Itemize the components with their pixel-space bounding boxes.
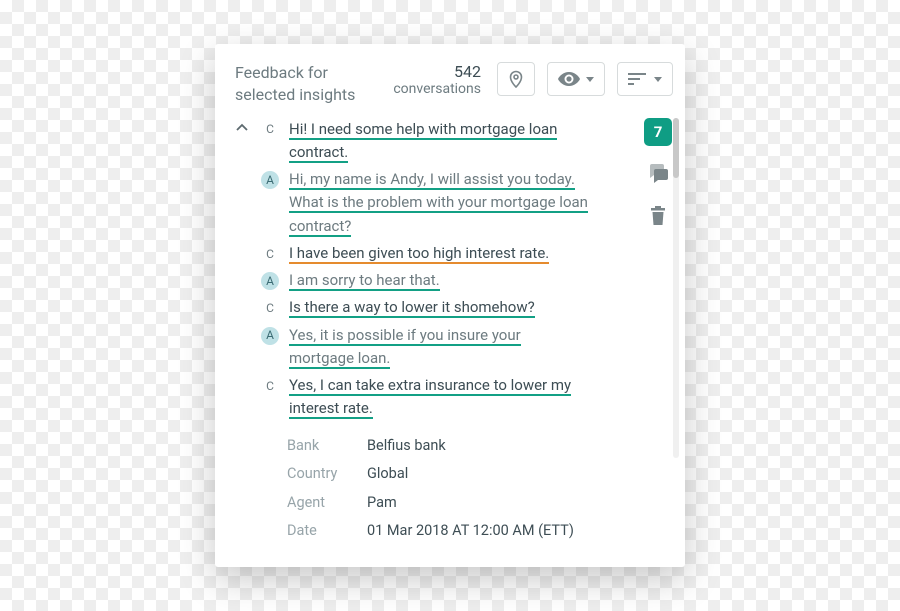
message-text[interactable]: I have been given too high interest rate…	[289, 242, 549, 265]
meta-row: Date 01 Mar 2018 AT 12:00 AM (ETT)	[287, 520, 633, 542]
meta-row: Country Global	[287, 463, 633, 485]
message-row: C Hi! I need some help with mortgage loan…	[261, 118, 633, 165]
chat-button[interactable]	[647, 164, 669, 188]
message-row: A Hi, my name is Andy, I will assist you …	[261, 168, 633, 238]
eye-icon	[558, 72, 580, 86]
conversation-count-label: conversations	[393, 81, 481, 97]
message-text[interactable]: Is there a way to lower it shomehow?	[289, 296, 535, 319]
insight-count-badge[interactable]: 7	[644, 118, 672, 146]
scrollbar[interactable]	[673, 118, 679, 458]
message-text[interactable]: Hi, my name is Andy, I will assist you t…	[289, 168, 588, 238]
feedback-panel: Feedback for selected insights 542 conve…	[215, 44, 685, 566]
panel-header: Feedback for selected insights 542 conve…	[235, 62, 673, 105]
message-row: A Yes, it is possible if you insure yourm…	[261, 324, 633, 371]
trash-icon	[649, 206, 667, 226]
conversation-count: 542 conversations	[393, 62, 481, 97]
customer-avatar: C	[261, 121, 279, 139]
message-text[interactable]: Yes, I can take extra insurance to lower…	[289, 374, 571, 421]
chevron-down-icon	[654, 77, 662, 82]
meta-label: Agent	[287, 492, 359, 514]
location-pin-icon	[509, 70, 523, 88]
meta-value: 01 Mar 2018 AT 12:00 AM (ETT)	[367, 520, 574, 542]
meta-label: Bank	[287, 435, 359, 457]
agent-avatar: A	[261, 272, 279, 290]
location-button[interactable]	[497, 62, 535, 96]
meta-value: Pam	[367, 492, 397, 514]
meta-value: Belfius bank	[367, 435, 446, 457]
collapse-toggle[interactable]	[235, 121, 249, 135]
agent-avatar: A	[261, 171, 279, 189]
meta-label: Country	[287, 463, 359, 485]
scrollbar-thumb[interactable]	[673, 118, 679, 178]
conversation-count-number: 542	[393, 62, 481, 81]
sort-dropdown[interactable]	[617, 62, 673, 96]
message-row: C I have been given too high interest rat…	[261, 242, 633, 265]
chevron-down-icon	[586, 77, 594, 82]
agent-avatar: A	[261, 327, 279, 345]
meta-value: Global	[367, 463, 408, 485]
message-text[interactable]: Hi! I need some help with mortgage loanc…	[289, 118, 557, 165]
conversation-thread: C Hi! I need some help with mortgage loan…	[261, 118, 633, 549]
meta-label: Date	[287, 520, 359, 542]
message-row: C Is there a way to lower it shomehow?	[261, 296, 633, 319]
meta-row: Agent Pam	[287, 492, 633, 514]
delete-button[interactable]	[649, 206, 667, 230]
customer-avatar: C	[261, 377, 279, 395]
customer-avatar: C	[261, 245, 279, 263]
message-text[interactable]: Yes, it is possible if you insure yourmo…	[289, 324, 521, 371]
customer-avatar: C	[261, 299, 279, 317]
meta-row: Bank Belfius bank	[287, 435, 633, 457]
conversation-meta: Bank Belfius bank Country Global Agent Pam Dat…	[287, 435, 633, 543]
message-row: C Yes, I can take extra insurance to lowe…	[261, 374, 633, 421]
chat-icon	[647, 164, 669, 184]
sort-icon	[628, 72, 648, 86]
panel-title: Feedback for selected insights	[235, 62, 381, 105]
message-row: A I am sorry to hear that.	[261, 269, 633, 292]
message-text[interactable]: I am sorry to hear that.	[289, 269, 440, 292]
visibility-dropdown[interactable]	[547, 62, 605, 96]
